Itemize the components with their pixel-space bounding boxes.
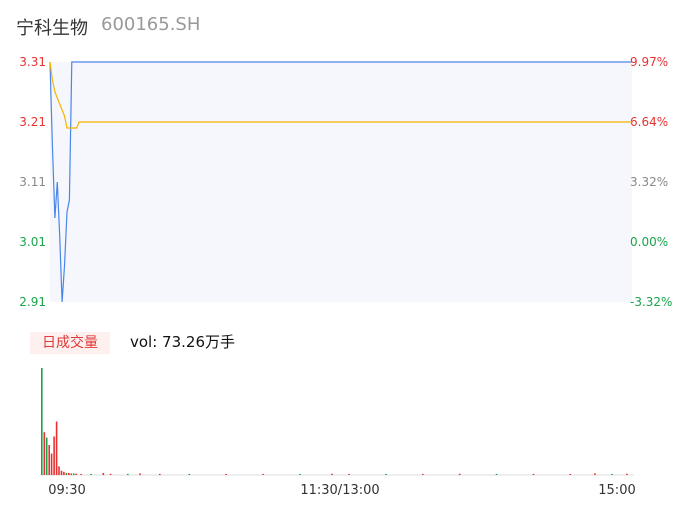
x-tick: 09:30 — [48, 483, 85, 498]
volume-tab[interactable]: 日成交量 — [30, 332, 110, 354]
volume-bar — [109, 473, 112, 475]
y-right-tick: 3.32% — [630, 175, 668, 189]
volume-bar — [159, 473, 161, 475]
y-left-tick: 3.11 — [19, 175, 46, 189]
volume-bar — [53, 436, 55, 475]
volume-bar — [262, 473, 264, 475]
volume-bar — [422, 473, 424, 475]
volume-bar — [188, 473, 191, 475]
volume-bar — [70, 473, 73, 475]
y-left-tick: 3.21 — [19, 115, 46, 129]
y-right-tick: 0.00% — [630, 235, 668, 249]
volume-bar — [458, 473, 461, 475]
volume-bar — [63, 471, 65, 475]
y-right-axis: 9.97% 6.64% 3.32% 0.00% -3.32% — [630, 55, 672, 309]
volume-bar — [299, 473, 301, 475]
volume-bar — [58, 466, 60, 475]
volume-bar — [43, 432, 46, 475]
volume-bar — [495, 473, 498, 475]
volume-bar — [68, 472, 70, 475]
y-right-tick: -3.32% — [630, 295, 672, 309]
volume-bar — [65, 472, 68, 475]
volume-bar — [60, 470, 63, 475]
intraday-chart: 3.31 3.21 3.11 3.01 2.91 9.97% 6.64% 3.3… — [19, 55, 672, 498]
volume-bar — [41, 368, 43, 475]
y-left-tick: 3.01 — [19, 235, 46, 249]
y-left-tick: 3.31 — [19, 55, 46, 69]
volume-bar — [331, 473, 333, 475]
volume-bar — [348, 473, 350, 475]
y-left-tick: 2.91 — [19, 295, 46, 309]
volume-bars — [41, 368, 628, 475]
volume-bar — [611, 473, 613, 475]
volume-bar — [80, 473, 82, 475]
volume-bar — [225, 473, 227, 475]
volume-bar — [139, 473, 141, 475]
volume-bar — [127, 473, 129, 475]
y-right-tick: 9.97% — [630, 55, 668, 69]
x-tick: 11:30/13:00 — [300, 483, 379, 498]
volume-bar — [626, 473, 628, 475]
volume-bar — [50, 453, 53, 475]
volume-bar — [569, 473, 572, 475]
x-tick: 15:00 — [598, 483, 635, 498]
volume-value: vol: 73.26万手 — [130, 333, 235, 351]
volume-bar — [55, 421, 58, 475]
volume-bar — [532, 473, 535, 475]
volume-bar — [385, 473, 387, 475]
price-plot-area — [50, 62, 632, 302]
volume-bar — [594, 473, 596, 475]
volume-bar — [102, 472, 105, 475]
volume-bar — [75, 473, 77, 475]
y-left-axis: 3.31 3.21 3.11 3.01 2.91 — [19, 55, 46, 309]
volume-bar — [90, 473, 92, 475]
x-axis: 09:30 11:30/13:00 15:00 — [48, 483, 635, 498]
volume-bar — [73, 473, 75, 475]
y-right-tick: 6.64% — [630, 115, 668, 129]
volume-bar — [45, 437, 48, 475]
volume-bar — [48, 445, 50, 475]
